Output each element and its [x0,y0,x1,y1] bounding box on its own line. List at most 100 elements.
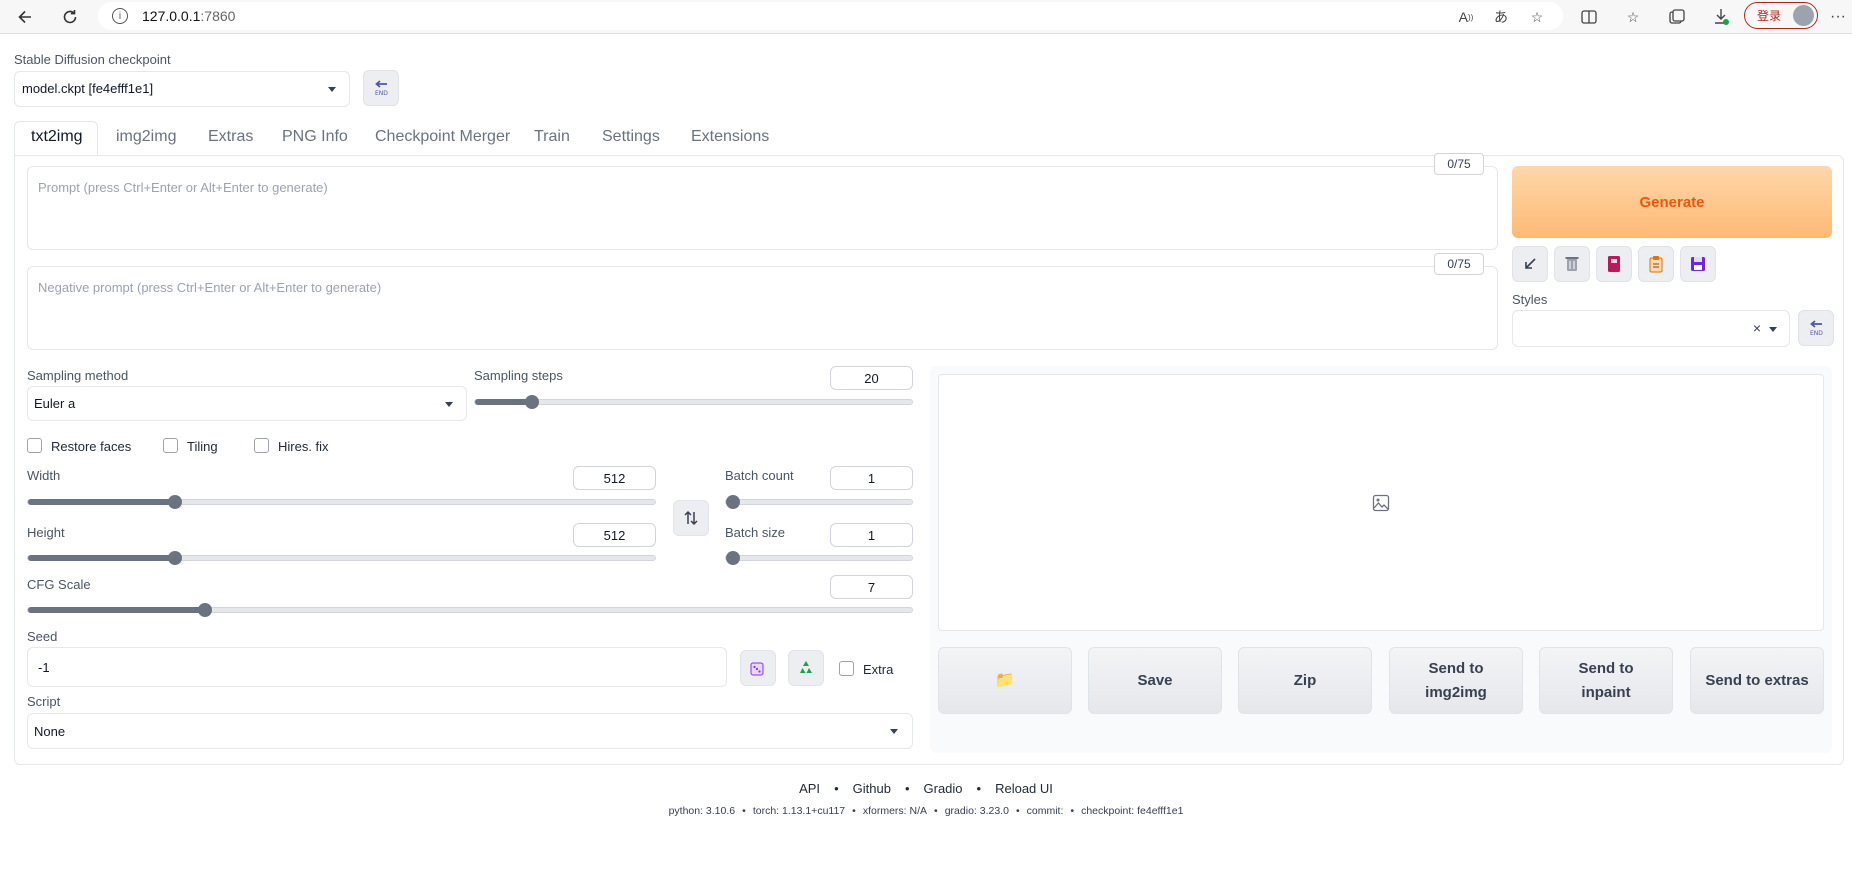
send-to-inpaint-button[interactable]: Send to inpaint [1539,647,1673,714]
tab-txt2img[interactable]: txt2img [31,128,83,152]
downloads-icon[interactable] [1710,6,1732,28]
extra-networks-button[interactable] [1596,246,1632,282]
slider-handle[interactable] [726,495,740,509]
slider-handle[interactable] [197,603,212,617]
footer-separator: • [976,781,982,796]
zip-label: Zip [1293,671,1317,689]
negative-prompt-token-counter: 0/75 [1434,253,1484,275]
tiling-checkbox[interactable] [163,438,178,453]
tab-extras[interactable]: Extras [208,128,253,152]
browser-toolbar: i 127.0.0.1:7860 A)) あ ☆ ☆ 登录 ··· [0,0,1852,34]
apply-style-button[interactable] [1638,246,1674,282]
seed-value: -1 [38,660,50,675]
random-seed-button[interactable] [740,650,776,686]
checkpoint-select[interactable]: model.ckpt [fe4efff1e1] [14,71,350,107]
open-folder-button[interactable]: 📁 [938,647,1072,714]
refresh-icon[interactable] [57,4,83,30]
width-input[interactable]: 512 [573,466,656,490]
refresh-styles-button[interactable]: END [1798,310,1834,346]
recycle-icon [800,661,812,673]
sampling-steps-slider[interactable] [474,395,913,409]
cfg-scale-slider[interactable] [27,603,913,617]
send-to-img2img-label-line1: Send to [1428,659,1484,677]
python-version: python: 3.10.6 [668,805,736,817]
sampling-method-select[interactable]: Euler a [27,386,467,421]
footer-link-reload-ui[interactable]: Reload UI [995,781,1053,796]
save-style-button[interactable] [1680,246,1716,282]
batch-count-slider[interactable] [725,495,913,509]
refresh-end-icon: END [1810,320,1823,337]
tab-settings[interactable]: Settings [602,128,660,152]
chevron-down-icon [890,729,898,734]
tab-train[interactable]: Train [534,128,570,152]
svg-text:END: END [1810,330,1823,337]
read-params-button[interactable] [1512,246,1548,282]
width-slider[interactable] [27,495,656,509]
footer-link-github[interactable]: Github [853,781,891,796]
url-port: :7860 [200,8,236,24]
address-bar[interactable]: i 127.0.0.1:7860 [98,2,1563,30]
tab-img2img[interactable]: img2img [116,128,176,152]
collections-icon[interactable] [1666,6,1688,28]
login-button[interactable]: 登录 [1744,2,1818,29]
script-select[interactable]: None [27,713,913,749]
refresh-checkpoint-button[interactable]: END [363,70,399,106]
send-to-inpaint-label-line2: inpaint [1581,683,1631,701]
translate-icon[interactable]: あ [1490,6,1512,28]
slider-fill [28,555,176,561]
footer-versions: python: 3.10.6 • torch: 1.13.1+cu117 • xform… [0,805,1852,817]
send-to-img2img-button[interactable]: Send to img2img [1389,647,1523,714]
height-input[interactable]: 512 [573,523,656,547]
slider-handle[interactable] [524,395,539,409]
cfg-scale-input[interactable]: 7 [830,575,913,599]
batch-size-input[interactable]: 1 [830,523,913,547]
reuse-seed-button[interactable] [788,650,824,686]
height-slider[interactable] [27,551,656,565]
read-aloud-icon[interactable]: A)) [1455,6,1477,28]
send-to-extras-button[interactable]: Send to extras [1690,647,1824,714]
negative-prompt-input[interactable]: Negative prompt (press Ctrl+Enter or Alt… [27,266,1498,350]
save-icon [1691,257,1705,271]
styles-select[interactable]: × [1512,310,1790,347]
restore-faces-checkbox[interactable] [27,438,42,453]
save-output-label: Save [1137,671,1173,689]
generate-button[interactable]: Generate [1512,166,1832,238]
tab-checkpoint-merger[interactable]: Checkpoint Merger [375,128,510,152]
clear-icon[interactable]: × [1753,320,1761,336]
slider-handle[interactable] [726,551,740,565]
split-screen-icon[interactable] [1578,6,1600,28]
info-icon[interactable]: i [112,8,128,24]
footer-link-gradio[interactable]: Gradio [924,781,963,796]
more-icon[interactable]: ··· [1827,6,1849,28]
send-to-img2img-label-line2: img2img [1425,683,1487,701]
gradio-version: gradio: 3.23.0 [944,805,1009,817]
sampling-steps-input[interactable]: 20 [830,366,913,390]
swap-dimensions-button[interactable] [673,500,709,536]
height-label: Height [27,525,65,540]
prompt-input[interactable]: Prompt (press Ctrl+Enter or Alt+Enter to… [27,166,1498,250]
favorites-icon[interactable]: ☆ [1622,6,1644,28]
prompt-token-counter: 0/75 [1434,153,1484,175]
hires-fix-label: Hires. fix [278,439,329,454]
svg-text:END: END [375,90,388,97]
seed-label: Seed [27,629,58,644]
batch-count-input[interactable]: 1 [830,466,913,490]
book-icon [1608,256,1620,272]
seed-input[interactable]: -1 [27,647,727,687]
clear-prompt-button[interactable] [1554,246,1590,282]
sampling-method-label: Sampling method [27,368,129,383]
extra-seed-checkbox[interactable] [839,661,854,676]
tab-extensions[interactable]: Extensions [691,128,769,152]
footer-separator: • [834,781,839,796]
slider-fill [28,607,205,613]
zip-button[interactable]: Zip [1238,647,1372,714]
slider-fill [475,399,532,405]
tab-png-info[interactable]: PNG Info [282,128,348,152]
save-output-button[interactable]: Save [1088,647,1222,714]
back-icon[interactable] [12,4,38,30]
favorite-add-icon[interactable]: ☆ [1526,6,1548,28]
footer-link-api[interactable]: API [799,781,820,796]
arrow-down-left-icon [1525,258,1536,269]
hires-fix-checkbox[interactable] [254,438,269,453]
batch-size-slider[interactable] [725,551,913,565]
